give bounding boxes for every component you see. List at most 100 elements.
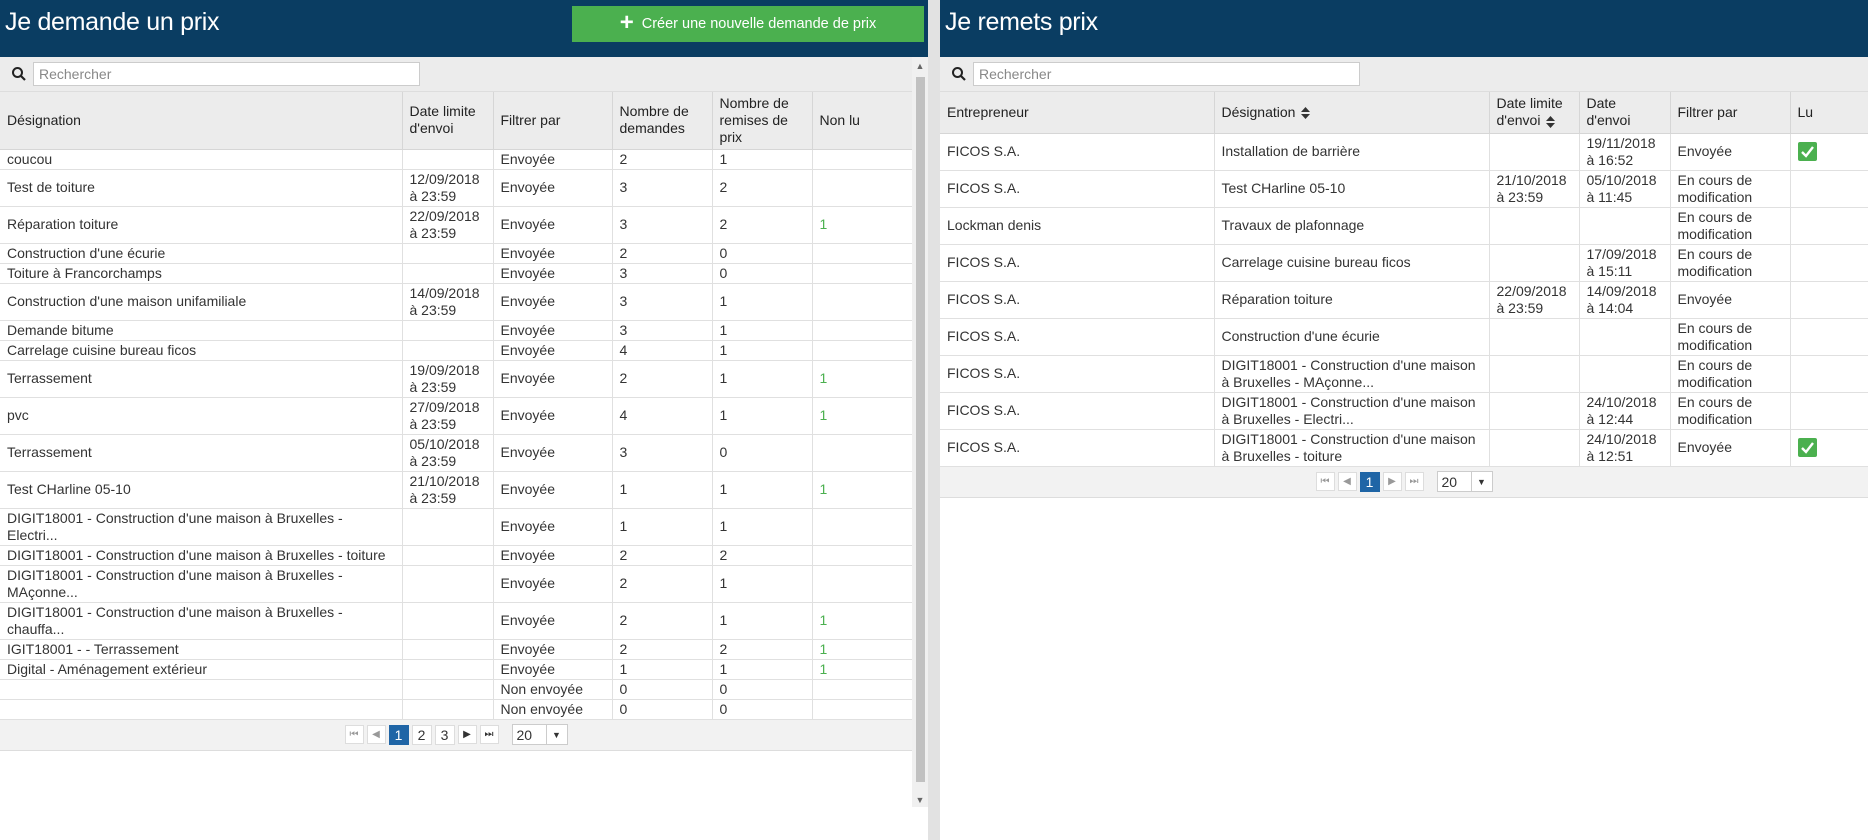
table-row[interactable]: Construction d'une écurie Envoyée 2 0 bbox=[0, 243, 913, 264]
table-row[interactable]: FICOS S.A. Réparation toiture 22/09/2018 à… bbox=[940, 281, 1868, 319]
table-row[interactable]: Terrassement 19/09/2018 à 23:59 Envoyée 2 1 1 bbox=[0, 360, 913, 398]
cell-remises: 1 bbox=[712, 397, 813, 435]
table-row[interactable]: Carrelage cuisine bureau ficos Envoyée 4 1 bbox=[0, 340, 913, 361]
page-3-button[interactable]: 3 bbox=[434, 724, 455, 745]
cell-remises: 2 bbox=[712, 639, 813, 660]
table-row[interactable]: Construction d'une maison unifamiliale 14… bbox=[0, 283, 913, 321]
table-row[interactable]: Demande bitume Envoyée 3 1 bbox=[0, 320, 913, 341]
cell-designation: Toiture à Francorchamps bbox=[0, 263, 403, 284]
table-row[interactable]: DIGIT18001 - Construction d'une maison à… bbox=[0, 565, 913, 603]
cell-designation: Carrelage cuisine bureau ficos bbox=[1214, 244, 1490, 282]
create-request-button[interactable]: + Créer une nouvelle demande de prix bbox=[572, 6, 924, 42]
cell-nonlu bbox=[812, 243, 913, 264]
cell-designation: Réparation toiture bbox=[0, 206, 403, 244]
left-scrollbar[interactable]: ▲ ▼ bbox=[912, 57, 928, 807]
cell-entrepreneur: FICOS S.A. bbox=[940, 281, 1215, 319]
cell-filter: Envoyée bbox=[1670, 429, 1791, 467]
cell-nonlu: 1 bbox=[812, 397, 913, 435]
cell-filter: Envoyée bbox=[493, 639, 613, 660]
cell-date: 05/10/2018 à 23:59 bbox=[402, 434, 494, 472]
table-row[interactable]: FICOS S.A. DIGIT18001 - Construction d'un… bbox=[940, 392, 1868, 430]
left-search-input[interactable] bbox=[33, 62, 420, 86]
cell-remises: 1 bbox=[712, 508, 813, 546]
scroll-down-icon[interactable]: ▼ bbox=[914, 795, 926, 807]
cell-date bbox=[402, 340, 494, 361]
table-row[interactable]: Non envoyée 0 0 bbox=[0, 679, 913, 700]
cell-demandes: 2 bbox=[612, 565, 713, 603]
table-row[interactable]: coucou Envoyée 2 1 bbox=[0, 149, 913, 170]
next-page-icon[interactable]: ▶ bbox=[457, 725, 477, 744]
table-row[interactable]: Test de toiture 12/09/2018 à 23:59 Envoyée… bbox=[0, 169, 913, 207]
col-remises-header[interactable]: Nombre de remises de prix bbox=[712, 92, 813, 150]
cell-designation: IGIT18001 - - Terrassement bbox=[0, 639, 403, 660]
sort-icon bbox=[1546, 115, 1556, 128]
table-row[interactable]: FICOS S.A. Carrelage cuisine bureau ficos… bbox=[940, 244, 1868, 282]
cell-demandes: 2 bbox=[612, 149, 713, 170]
cell-filter: Envoyée bbox=[493, 360, 613, 398]
prev-page-icon[interactable]: ◀ bbox=[1337, 472, 1357, 491]
table-row[interactable]: FICOS S.A. Construction d'une écurie En co… bbox=[940, 318, 1868, 356]
cell-date bbox=[402, 565, 494, 603]
table-row[interactable]: FICOS S.A. Test CHarline 05-10 21/10/2018 … bbox=[940, 170, 1868, 208]
col-date-header[interactable]: Date limite d'envoi bbox=[402, 92, 494, 150]
cell-date-limite: 21/10/2018 à 23:59 bbox=[1489, 170, 1580, 208]
scroll-up-icon[interactable]: ▲ bbox=[914, 61, 926, 73]
col-filter-header[interactable]: Filtrer par bbox=[493, 92, 613, 150]
first-page-icon[interactable]: ⏮ bbox=[344, 725, 364, 744]
table-row[interactable]: DIGIT18001 - Construction d'une maison à… bbox=[0, 545, 913, 566]
table-row[interactable]: FICOS S.A. Installation de barrière 19/11/… bbox=[940, 133, 1868, 171]
cell-date-limite bbox=[1489, 429, 1580, 467]
cell-filter: Envoyée bbox=[493, 545, 613, 566]
cell-demandes: 4 bbox=[612, 340, 713, 361]
table-row[interactable]: Toiture à Francorchamps Envoyée 3 0 bbox=[0, 263, 913, 284]
col-date-limite-header[interactable]: Date limite d'envoi bbox=[1489, 92, 1580, 134]
first-page-icon[interactable]: ⏮ bbox=[1315, 472, 1335, 491]
last-page-icon[interactable]: ⏭ bbox=[479, 725, 499, 744]
page-1-button[interactable]: 1 bbox=[1359, 471, 1380, 492]
col-nonlu-header[interactable]: Non lu bbox=[812, 92, 913, 150]
table-row[interactable]: Digital - Aménagement extérieur Envoyée 1 1… bbox=[0, 659, 913, 680]
cell-demandes: 3 bbox=[612, 320, 713, 341]
table-row[interactable]: Réparation toiture 22/09/2018 à 23:59 Envo… bbox=[0, 206, 913, 244]
cell-designation: DIGIT18001 - Construction d'une maison à… bbox=[0, 602, 403, 640]
panel-divider[interactable] bbox=[928, 0, 940, 840]
page-1-button[interactable]: 1 bbox=[388, 724, 409, 745]
table-row[interactable]: DIGIT18001 - Construction d'une maison à… bbox=[0, 602, 913, 640]
right-search-input[interactable] bbox=[973, 62, 1360, 86]
cell-filter: Non envoyée bbox=[493, 699, 613, 720]
col-entrepreneur-header[interactable]: Entrepreneur bbox=[940, 92, 1215, 134]
cell-designation: Test CHarline 05-10 bbox=[0, 471, 403, 509]
col-designation-header[interactable]: Désignation bbox=[1214, 92, 1490, 134]
scroll-thumb[interactable] bbox=[916, 77, 925, 782]
col-date-envoi-header[interactable]: Date d'envoi bbox=[1579, 92, 1671, 134]
cell-designation bbox=[0, 679, 403, 700]
table-row[interactable]: Lockman denis Travaux de plafonnage En cou… bbox=[940, 207, 1868, 245]
cell-nonlu: 1 bbox=[812, 602, 913, 640]
col-lu-header[interactable]: Lu bbox=[1790, 92, 1868, 134]
col-demandes-header[interactable]: Nombre de demandes bbox=[612, 92, 713, 150]
cell-designation: DIGIT18001 - Construction d'une maison à… bbox=[1214, 392, 1490, 430]
cell-entrepreneur: FICOS S.A. bbox=[940, 392, 1215, 430]
table-row[interactable]: FICOS S.A. DIGIT18001 - Construction d'un… bbox=[940, 355, 1868, 393]
table-row[interactable]: Non envoyée 0 0 bbox=[0, 699, 913, 720]
cell-remises: 1 bbox=[712, 283, 813, 321]
page-size-select[interactable]: 20 ▼ bbox=[1436, 471, 1493, 492]
table-row[interactable]: Test CHarline 05-10 21/10/2018 à 23:59 Env… bbox=[0, 471, 913, 509]
table-row[interactable]: pvc 27/09/2018 à 23:59 Envoyée 4 1 1 bbox=[0, 397, 913, 435]
page-size-value: 20 bbox=[516, 726, 533, 743]
col-filter-header[interactable]: Filtrer par bbox=[1670, 92, 1791, 134]
cell-filter: Envoyée bbox=[493, 397, 613, 435]
prev-page-icon[interactable]: ◀ bbox=[366, 725, 386, 744]
table-row[interactable]: DIGIT18001 - Construction d'une maison à… bbox=[0, 508, 913, 546]
cell-designation: Construction d'une écurie bbox=[0, 243, 403, 264]
cell-remises: 0 bbox=[712, 434, 813, 472]
table-row[interactable]: Terrassement 05/10/2018 à 23:59 Envoyée 3 0 bbox=[0, 434, 913, 472]
page-size-select[interactable]: 20 ▼ bbox=[511, 724, 568, 745]
last-page-icon[interactable]: ⏭ bbox=[1404, 472, 1424, 491]
col-designation-header[interactable]: Désignation bbox=[0, 92, 403, 150]
price-request-panel: Je demande un prix + Créer une nouvelle … bbox=[0, 0, 928, 840]
page-2-button[interactable]: 2 bbox=[411, 724, 432, 745]
next-page-icon[interactable]: ▶ bbox=[1382, 472, 1402, 491]
table-row[interactable]: FICOS S.A. DIGIT18001 - Construction d'un… bbox=[940, 429, 1868, 467]
table-row[interactable]: IGIT18001 - - Terrassement Envoyée 2 2 1 bbox=[0, 639, 913, 660]
